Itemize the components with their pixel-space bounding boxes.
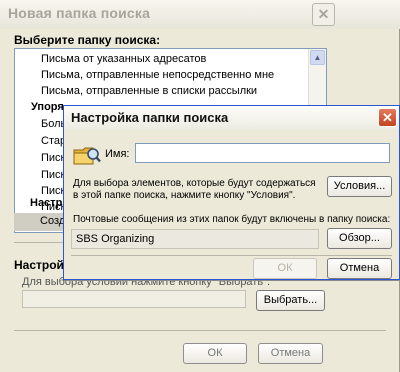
cancel-button[interactable]: Отмена xyxy=(258,343,323,364)
list-item[interactable]: Письма, отправленные в списки рассылки xyxy=(41,85,257,97)
list-item[interactable]: Письма от указанных адресатов xyxy=(41,53,206,65)
browse-button[interactable]: Обзор... xyxy=(327,228,392,249)
description-text: Для выбора элементов, которые будут соде… xyxy=(73,178,316,201)
scroll-up-icon[interactable]: ▲ xyxy=(310,50,325,65)
search-folder-icon xyxy=(73,147,101,165)
list-group-header: Настр xyxy=(30,197,63,209)
close-icon[interactable]: ✕ xyxy=(378,108,397,127)
select-button[interactable]: Выбрать... xyxy=(256,290,325,311)
title-bar: Новая папка поиска ✕ xyxy=(0,0,400,29)
divider xyxy=(71,255,392,256)
list-item[interactable]: Писк xyxy=(41,185,65,197)
close-icon[interactable]: ✕ xyxy=(312,3,335,26)
list-item[interactable]: Писк xyxy=(41,152,65,164)
dialog-body: Имя: Для выбора элементов, которые будут… xyxy=(67,130,396,279)
divider xyxy=(14,330,386,331)
name-input[interactable] xyxy=(135,143,390,163)
criteria-button[interactable]: Условия... xyxy=(327,176,392,197)
criteria-field xyxy=(22,290,246,308)
ok-button[interactable]: ОК xyxy=(183,343,247,364)
choose-folder-label: Выберите папку поиска: xyxy=(14,33,161,47)
selected-item-label: Созд xyxy=(40,215,66,227)
list-group-header: Упоря xyxy=(31,101,64,113)
dialog-title: Новая папка поиска xyxy=(8,5,151,21)
dialog-title: Настройка папки поиска xyxy=(71,110,229,125)
folders-field: SBS Organizing xyxy=(71,229,319,249)
search-folder-settings-dialog: Настройка папки поиска ✕ Имя: Для выбора… xyxy=(63,105,400,280)
list-item[interactable]: Писк xyxy=(41,169,65,181)
name-label: Имя: xyxy=(105,148,130,160)
title-bar: Настройка папки поиска ✕ xyxy=(64,106,399,130)
ok-button[interactable]: ОК xyxy=(253,258,317,279)
settings-label: Настройк xyxy=(14,258,70,272)
list-item[interactable]: Письма, отправленные непосредственно мне xyxy=(41,69,274,81)
folders-note: Почтовые сообщения из этих папок будут в… xyxy=(73,214,391,225)
cancel-button[interactable]: Отмена xyxy=(327,258,392,279)
